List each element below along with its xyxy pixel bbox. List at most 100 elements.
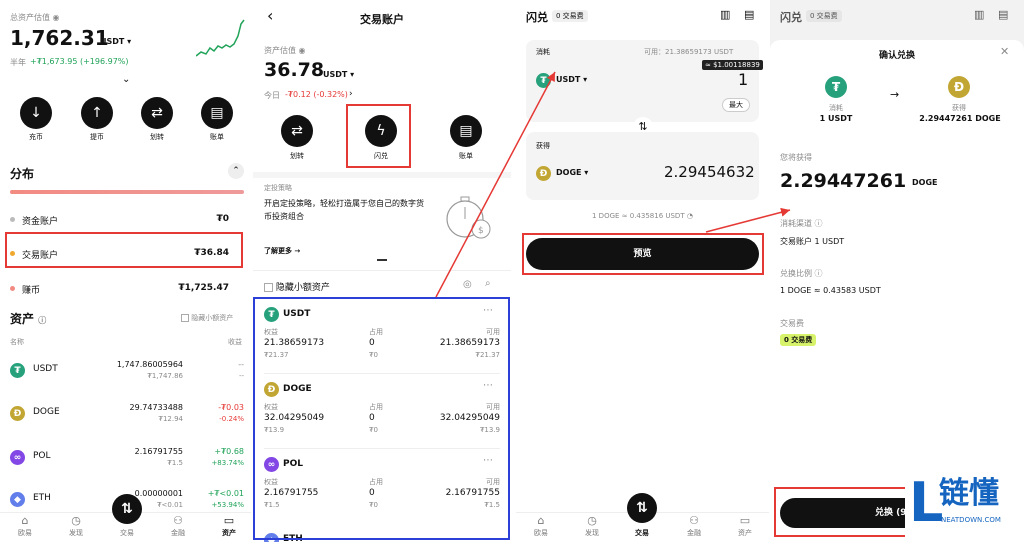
nav-item[interactable]: ◷ 发现 <box>61 514 91 538</box>
nav-label: 发现 <box>585 529 599 537</box>
asset-pnl: +₮0.68 <box>214 447 244 456</box>
transfer-icon[interactable]: ⇄ <box>141 97 173 129</box>
asset-name[interactable]: POL <box>33 451 51 461</box>
nav-item[interactable]: ▭ 资产 <box>214 514 244 538</box>
nav-item[interactable]: ◷ 发现 <box>577 514 607 538</box>
watermark: L 链懂 NEATDOWN.COM <box>905 470 1024 542</box>
hide-small-toggle[interactable]: 隐藏小额资产 <box>264 280 330 293</box>
usdt-coin-icon: ₮ <box>10 363 25 378</box>
withdraw-icon[interactable]: ↑ <box>81 97 113 129</box>
svg-text:$: $ <box>478 226 484 236</box>
asset-name[interactable]: ETH <box>33 493 51 503</box>
discover-icon: ◷ <box>587 514 597 527</box>
asset-balance: 0.00000001 <box>134 489 183 498</box>
trading-account-screen: ‹ 交易账户 资产估值 ◉ 36.78 USDT ▾ 今日 -₮0.12 (-0… <box>253 0 511 542</box>
today-change: -₮0.12 (-0.32%) <box>285 90 348 99</box>
filter-icon[interactable]: ◎ <box>463 279 472 290</box>
transfer-icon[interactable]: ⇄ <box>281 115 313 147</box>
info-icon[interactable]: ⓘ <box>815 269 823 278</box>
max-button[interactable]: 最大 <box>722 98 750 112</box>
info-icon[interactable]: ⓘ <box>815 219 823 228</box>
channel-label: 消耗渠道 ⓘ <box>780 219 823 228</box>
promo-divider <box>253 270 511 271</box>
nav-label: 欧易 <box>534 529 548 537</box>
nav-item[interactable]: ⚇ 金融 <box>163 514 193 538</box>
usdt-coin-icon: ₮ <box>536 73 551 88</box>
checkbox-icon[interactable] <box>264 283 273 292</box>
bill-icon[interactable]: ▤ <box>450 115 482 147</box>
arrow-right-icon: → <box>890 88 900 101</box>
action-label[interactable]: 提币 <box>77 132 117 142</box>
action-label[interactable]: 划转 <box>277 151 317 161</box>
info-icon[interactable]: ⓘ <box>38 316 46 325</box>
eye-icon[interactable]: ◉ <box>299 46 306 55</box>
asset-est-label: 资产估值 ◉ <box>264 46 306 55</box>
page-title: 闪兑 <box>780 11 802 24</box>
close-icon[interactable]: ✕ <box>1000 45 1009 58</box>
nav-item[interactable]: ⚇ 金融 <box>679 514 709 538</box>
refresh-icon[interactable]: ◔ <box>687 212 693 220</box>
history-icon[interactable]: ▤ <box>998 8 1008 21</box>
book-icon[interactable]: ▥ <box>974 8 984 21</box>
watermark-domain: NEATDOWN.COM <box>941 516 1001 524</box>
checkbox-icon[interactable] <box>181 314 189 322</box>
bill-icon[interactable]: ▤ <box>201 97 233 129</box>
today-label: 今日 <box>264 91 280 100</box>
receive-label: 获得 <box>536 142 550 150</box>
search-icon[interactable]: ⌕ <box>485 278 491 289</box>
action-label[interactable]: 账单 <box>446 151 486 161</box>
fee-label: 交易费 <box>780 319 804 328</box>
asset-balance-fiat: ₮1.5 <box>167 459 183 467</box>
expand-chevron-icon[interactable]: ⌄ <box>122 74 130 85</box>
asset-name[interactable]: USDT <box>33 364 58 374</box>
asset-balance-fiat: ₮12.94 <box>158 415 184 423</box>
total-asset-label: 总资产估值 ◉ <box>10 13 60 22</box>
hide-small-toggle[interactable]: 隐藏小额资产 <box>181 313 233 323</box>
deposit-icon[interactable]: ↓ <box>20 97 52 129</box>
nav-label: 金融 <box>171 529 185 537</box>
account-dot-icon <box>10 217 15 222</box>
history-icon[interactable]: ▤ <box>744 8 754 21</box>
to-value: 2.29447261 DOGE <box>919 114 1001 123</box>
today-chevron-icon[interactable]: › <box>349 89 353 99</box>
nav-item[interactable]: ▭ 资产 <box>730 514 760 538</box>
book-icon[interactable]: ▥ <box>720 8 730 21</box>
nav-item[interactable]: ⌂ 欧易 <box>10 514 40 538</box>
nav-label: 发现 <box>69 529 83 537</box>
watermark-logo-icon: L <box>909 471 944 534</box>
you-get-label: 您将获得 <box>780 153 812 162</box>
eye-icon[interactable]: ◉ <box>53 13 60 22</box>
trade-fab-icon[interactable]: ⇅ <box>112 494 142 524</box>
doge-coin-icon: Ð <box>948 76 970 98</box>
get-amount-unit: DOGE <box>912 178 938 187</box>
account-value: ₮0 <box>216 214 229 224</box>
action-label[interactable]: 充币 <box>16 132 56 142</box>
account-dot-icon <box>10 286 15 291</box>
fee-badge: 0 交易费 <box>806 10 842 22</box>
asset-name[interactable]: DOGE <box>33 407 60 417</box>
highlight-flash-swap <box>346 104 411 168</box>
promo-more-link[interactable]: 了解更多 → <box>264 246 300 256</box>
currency-select[interactable]: USDT ▾ <box>100 37 131 46</box>
asset-balance-fiat: ₮1,747.86 <box>147 372 183 380</box>
nav-item[interactable]: 交易 <box>627 527 657 538</box>
currency-select[interactable]: USDT ▾ <box>323 70 354 79</box>
collapse-chevron-icon[interactable]: ⌃ <box>228 163 244 179</box>
pol-coin-icon: ∞ <box>10 450 25 465</box>
from-coin-select[interactable]: USDT ▾ <box>556 75 587 84</box>
nav-item[interactable]: ⌂ 欧易 <box>526 514 556 538</box>
usd-tooltip: ≈ $1.00118839 <box>702 60 763 70</box>
action-label[interactable]: 账单 <box>197 132 237 142</box>
trade-fab-icon[interactable]: ⇅ <box>627 493 657 523</box>
assets-title: 资产 ⓘ <box>10 312 47 326</box>
from-amount-input[interactable]: 1 <box>738 70 748 89</box>
action-label[interactable]: 划转 <box>137 132 177 142</box>
finance-icon: ⚇ <box>689 514 699 527</box>
col-pnl-header: 收益 <box>228 338 242 346</box>
to-coin-select[interactable]: DOGE ▾ <box>556 168 588 177</box>
asset-pnl-pct: -- <box>238 372 244 380</box>
account-name[interactable]: 资金账户 <box>22 214 58 227</box>
account-name[interactable]: 赚币 <box>22 283 40 296</box>
nav-label: 交易 <box>635 529 649 537</box>
nav-item[interactable]: 交易 <box>112 527 142 538</box>
